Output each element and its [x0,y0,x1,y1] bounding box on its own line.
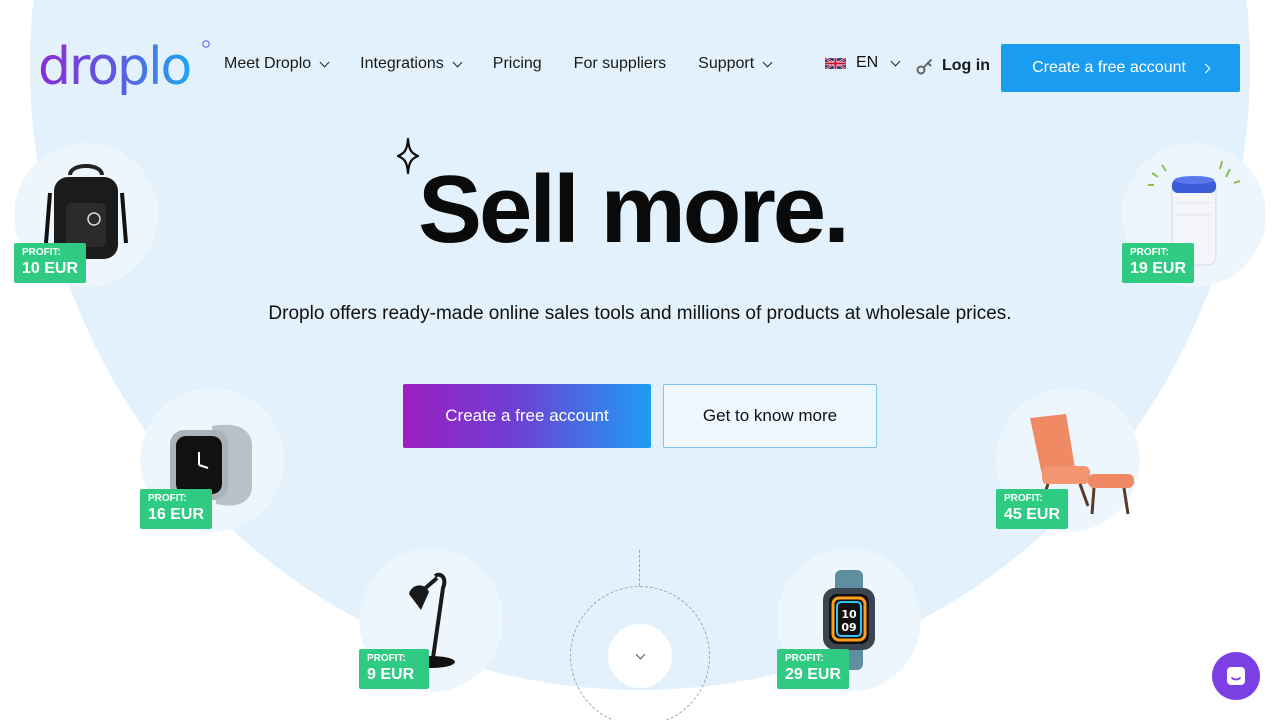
profit-value: 29 EUR [785,666,842,683]
hero-subtitle: Droplo offers ready-made online sales to… [268,303,1012,324]
chevron-down-icon [319,57,330,67]
profit-badge: PROFIT: 29 EUR [777,649,850,689]
scroll-down-button[interactable] [608,624,672,688]
profit-value: 16 EUR [148,506,205,523]
create-account-header-button[interactable]: Create a free account [1001,44,1240,92]
svg-text:10: 10 [841,608,857,621]
chevron-down-icon [635,649,645,659]
nav-pricing[interactable]: Pricing [493,55,542,73]
chat-icon [1227,667,1245,685]
create-account-header-label: Create a free account [1032,59,1186,76]
hero-title: Sell more. [418,156,850,263]
scroll-guide-line [639,550,640,586]
droplo-logo[interactable]: droplo [38,38,213,100]
nav-integrations[interactable]: Integrations [360,55,463,73]
profit-value: 9 EUR [367,666,415,683]
language-label: EN [856,54,879,71]
svg-text:droplo: droplo [38,38,190,97]
profit-badge: PROFIT: 16 EUR [140,489,213,529]
nav-pricing-label: Pricing [492,55,542,72]
profit-label: PROFIT: [22,247,61,258]
login-label: Log in [942,57,990,74]
profit-badge: PROFIT: 45 EUR [996,489,1069,529]
nav-for-suppliers[interactable]: For suppliers [574,55,666,73]
profit-badge: PROFIT: 10 EUR [14,243,87,283]
svg-text:09: 09 [841,621,856,634]
language-selector[interactable]: EN [825,54,901,72]
nav-meet-droplo-label: Meet Droplo [224,55,312,72]
profit-value: 19 EUR [1130,260,1187,277]
profit-label: PROFIT: [148,493,187,504]
profit-badge: PROFIT: 19 EUR [1122,243,1195,283]
profit-label: PROFIT: [785,653,824,664]
sparkle-icon [397,138,419,174]
chat-button[interactable] [1212,652,1260,700]
create-account-button[interactable]: Create a free account [403,384,651,448]
chevron-down-icon [452,57,463,67]
nav-integrations-label: Integrations [360,55,444,72]
uk-flag-icon [825,56,846,70]
nav-support[interactable]: Support [698,55,773,73]
profit-value: 45 EUR [1004,506,1061,523]
chevron-right-icon [1200,63,1211,73]
chevron-down-icon [762,57,773,67]
profit-badge: PROFIT: 9 EUR [359,649,429,689]
profit-label: PROFIT: [1130,247,1169,258]
key-icon [916,59,932,75]
profit-value: 10 EUR [22,260,79,277]
nav-meet-droplo[interactable]: Meet Droplo [224,55,330,73]
profit-label: PROFIT: [367,653,406,664]
nav-for-suppliers-label: For suppliers [573,55,667,72]
main-nav: Meet Droplo Integrations Pricing For sup… [224,52,803,76]
login-link[interactable]: Log in [916,57,990,75]
chevron-down-icon [890,56,901,66]
nav-support-label: Support [698,55,755,72]
profit-label: PROFIT: [1004,493,1043,504]
get-to-know-more-button[interactable]: Get to know more [663,384,877,448]
